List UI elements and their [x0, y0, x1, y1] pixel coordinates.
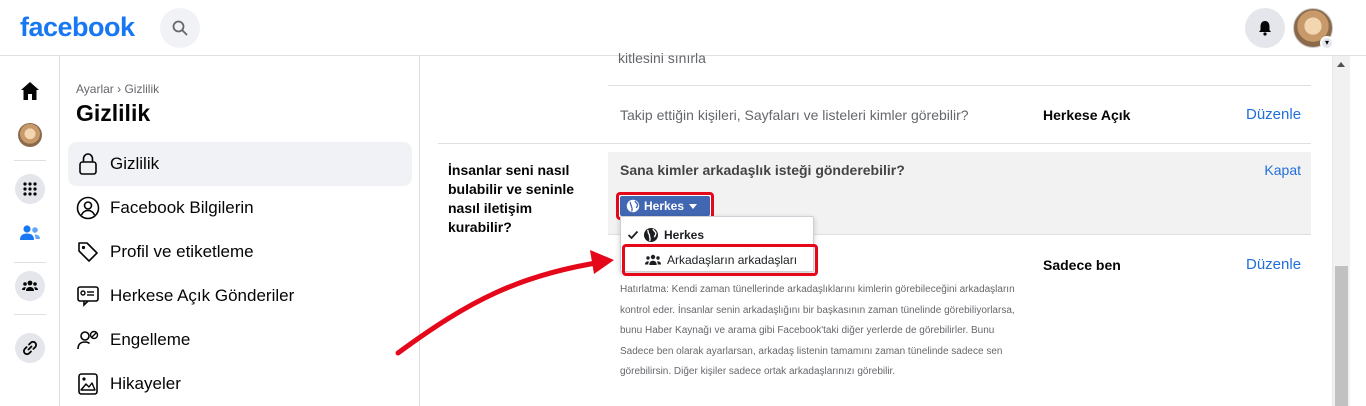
close-link[interactable]: Kapat: [1264, 162, 1301, 178]
friends-list-edit-link[interactable]: Düzenle: [1246, 256, 1301, 273]
link-icon[interactable]: [15, 333, 45, 363]
audience-option-label: Herkes: [664, 228, 705, 242]
globe-icon: [626, 199, 640, 213]
partial-setting-text: kitlesini sınırla: [618, 50, 706, 66]
rail-divider: [14, 314, 46, 315]
sidebar-item-label: Profil ve etiketleme: [110, 242, 254, 261]
section-divider: [438, 143, 1311, 144]
bell-icon: [1259, 21, 1271, 36]
sidebar-item-stories[interactable]: Hikayeler: [68, 362, 412, 406]
person-circle-icon: [68, 196, 108, 220]
home-icon[interactable]: [15, 76, 45, 106]
rail-divider: [14, 262, 46, 263]
audience-selector-button[interactable]: Herkes: [620, 196, 710, 216]
scroll-up-arrow-icon[interactable]: [1337, 62, 1345, 67]
breadcrumb[interactable]: Ayarlar › Gizlilik: [76, 82, 159, 96]
audience-option-everyone[interactable]: Herkes: [627, 227, 704, 243]
sidebar-item-label: Facebook Bilgilerin: [110, 198, 254, 217]
scrollbar-thumb[interactable]: [1335, 266, 1348, 406]
row-divider: [608, 85, 1311, 86]
account-menu-chevron-icon[interactable]: ▾: [1320, 36, 1334, 50]
follow-list-question: Takip ettiğin kişileri, Sayfaları ve lis…: [620, 107, 969, 123]
block-user-icon: [68, 328, 108, 352]
privacy-settings-content: kitlesini sınırla Takip ettiğin kişileri…: [420, 50, 1332, 406]
friends-list-reminder: Hatırlatma: Kendi zaman tünellerinde ark…: [620, 284, 1015, 377]
sidebar-item-label: Engelleme: [110, 330, 191, 349]
follow-list-value: Herkese Açık: [1043, 107, 1131, 123]
notifications-button[interactable]: [1245, 8, 1285, 48]
friend-request-question: Sana kimler arkadaşlık isteği gönderebil…: [620, 162, 905, 178]
rail-divider: [14, 160, 46, 161]
globe-icon: [644, 228, 658, 242]
sidebar-item-facebook-info[interactable]: Facebook Bilgilerin: [68, 186, 412, 230]
search-button[interactable]: [160, 8, 200, 48]
left-icon-rail: [0, 56, 60, 406]
audience-selector-label: Herkes: [644, 199, 685, 213]
public-posts-icon: [68, 284, 108, 308]
menu-grid-icon[interactable]: [15, 174, 45, 204]
sidebar-item-label: Herkese Açık Gönderiler: [110, 286, 295, 305]
tag-icon: [68, 240, 108, 264]
check-icon: [627, 230, 639, 240]
sidebar-item-blocking[interactable]: Engelleme: [68, 318, 412, 362]
right-gutter: [1350, 56, 1366, 406]
profile-avatar-icon[interactable]: [15, 120, 45, 150]
sidebar-item-privacy[interactable]: Gizlilik: [68, 142, 412, 186]
sidebar-item-label: Gizlilik: [110, 154, 160, 173]
settings-sidebar: Ayarlar › Gizlilik Gizlilik Gizlilik Fac…: [60, 56, 420, 406]
search-icon: [172, 20, 188, 36]
sidebar-item-label: Hikayeler: [110, 374, 181, 393]
page-scrollbar[interactable]: [1332, 56, 1350, 406]
stories-icon: [68, 372, 108, 396]
section-label-contact: İnsanlar seni nasıl bulabilir ve seninle…: [448, 162, 575, 235]
follow-list-edit-link[interactable]: Düzenle: [1246, 106, 1301, 123]
caret-down-icon: [689, 203, 698, 209]
groups-icon[interactable]: [15, 271, 45, 301]
top-navigation-bar: facebook ▾: [0, 0, 1366, 56]
friends-icon[interactable]: [15, 218, 45, 248]
facebook-logo[interactable]: facebook: [20, 12, 135, 43]
sidebar-item-public-posts[interactable]: Herkese Açık Gönderiler: [68, 274, 412, 318]
lock-icon: [68, 152, 108, 176]
sidebar-item-profile-tagging[interactable]: Profil ve etiketleme: [68, 230, 412, 274]
page-title: Gizlilik: [76, 100, 151, 126]
option-highlight-box: [622, 244, 818, 276]
friends-list-value: Sadece ben: [1043, 257, 1121, 273]
